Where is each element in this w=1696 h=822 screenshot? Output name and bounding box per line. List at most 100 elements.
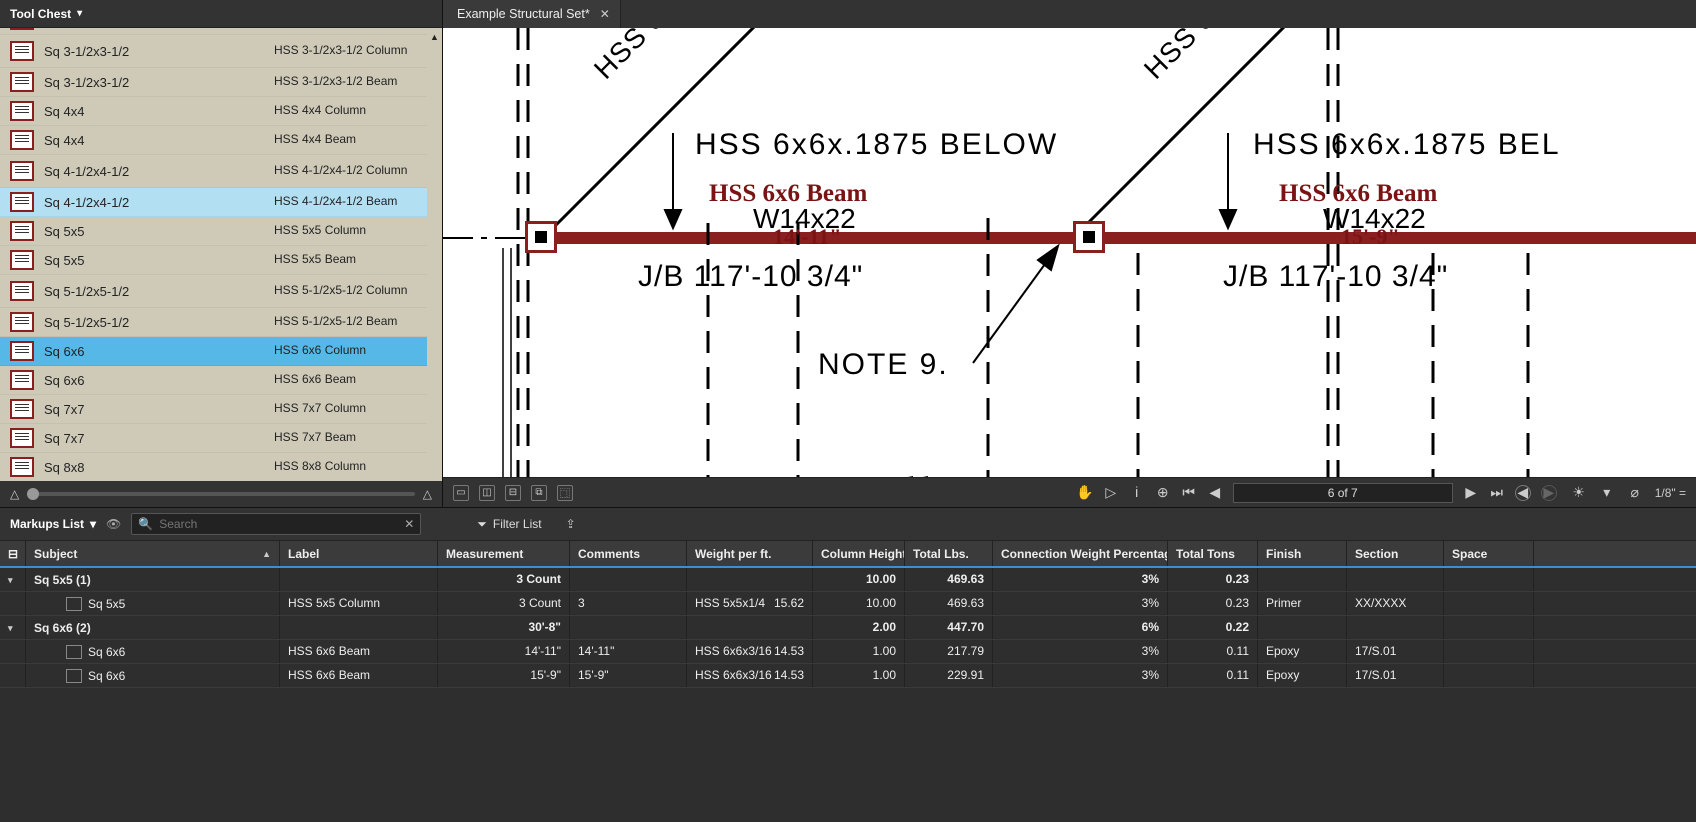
tool-chest-item[interactable]: Sq 8x8HSS 8x8 Column bbox=[0, 453, 427, 481]
layout-icon[interactable]: ⿹ bbox=[557, 485, 573, 501]
table-row[interactable]: Sq 5x5 HSS 5x5 Column 3 Count 3 HSS 5x5x… bbox=[0, 592, 1696, 616]
tool-item-icon bbox=[10, 192, 34, 212]
split-vertical-icon[interactable]: ◫ bbox=[479, 485, 495, 501]
drawing-marker-2[interactable] bbox=[1073, 221, 1105, 253]
brightness-icon[interactable]: ☀ bbox=[1571, 485, 1587, 501]
nav-back-icon[interactable]: ◀ bbox=[1515, 485, 1531, 501]
tool-item-name: Sq 6x6 bbox=[44, 344, 274, 359]
table-group-row[interactable]: ▾ Sq 6x6 (2) 30'-8" 2.00 447.70 6% 0.22 bbox=[0, 616, 1696, 640]
tool-item-icon bbox=[10, 221, 34, 241]
tool-chest-header[interactable]: Tool Chest ▾ bbox=[0, 0, 442, 28]
tool-chest-item[interactable]: Sq 6x6HSS 6x6 Column bbox=[0, 337, 427, 366]
tool-chest-title: Tool Chest bbox=[10, 7, 71, 21]
new-window-icon[interactable]: ⧉ bbox=[531, 485, 547, 501]
tool-item-desc: HSS 7x7 Beam bbox=[274, 431, 421, 444]
tool-item-icon bbox=[10, 41, 34, 61]
scroll-up-icon[interactable]: ▲ bbox=[430, 32, 439, 42]
table-group-row[interactable]: ▾ Sq 5x5 (1) 3 Count 10.00 469.63 3% 0.2… bbox=[0, 568, 1696, 592]
zoom-icon[interactable]: ⊕ bbox=[1155, 485, 1171, 501]
tool-chest-item[interactable]: Sq 4-1/2x4-1/2HSS 4-1/2x4-1/2 Column bbox=[0, 155, 427, 188]
markups-title[interactable]: Markups List ▾ bbox=[10, 517, 96, 531]
column-tons[interactable]: Total Tons bbox=[1168, 541, 1258, 566]
chevron-down-icon: ▾ bbox=[77, 8, 82, 19]
collapse-icon[interactable]: ▾ bbox=[8, 575, 13, 585]
tool-chest-item[interactable]: Sq 3-1/2x3-1/2HSS 3-1/2x3-1/2 Column bbox=[0, 35, 427, 68]
table-row[interactable]: Sq 6x6 HSS 6x6 Beam 15'-9" 15'-9" HSS 6x… bbox=[0, 664, 1696, 688]
table-row[interactable]: Sq 6x6 HSS 6x6 Beam 14'-11" 14'-11" HSS … bbox=[0, 640, 1696, 664]
document-area: Example Structural Set* ✕ bbox=[443, 0, 1696, 507]
drawing-marker-1[interactable] bbox=[525, 221, 557, 253]
visibility-icon[interactable]: 👁 bbox=[106, 517, 121, 531]
tool-chest-item[interactable]: Sq 6x6HSS 6x6 Beam bbox=[0, 366, 427, 395]
search-input[interactable] bbox=[159, 517, 398, 531]
tool-chest-item[interactable]: Sq 3x3HSS 3x3 Beam bbox=[0, 28, 427, 35]
search-icon: 🔍 bbox=[138, 517, 153, 531]
tool-item-name: Sq 4-1/2x4-1/2 bbox=[44, 195, 274, 210]
dim-icon[interactable]: ⌀ bbox=[1627, 485, 1643, 501]
tool-item-name: Sq 3-1/2x3-1/2 bbox=[44, 75, 274, 90]
tool-item-desc: HSS 5-1/2x5-1/2 Beam bbox=[274, 315, 421, 328]
tool-item-name: Sq 3-1/2x3-1/2 bbox=[44, 44, 274, 59]
tool-chest-item[interactable]: Sq 3-1/2x3-1/2HSS 3-1/2x3-1/2 Beam bbox=[0, 68, 427, 97]
column-section[interactable]: Section bbox=[1347, 541, 1444, 566]
single-page-icon[interactable]: ▭ bbox=[453, 485, 469, 501]
tool-item-name: Sq 5x5 bbox=[44, 224, 274, 239]
markups-search[interactable]: 🔍 ✕ bbox=[131, 513, 421, 535]
clear-search-icon[interactable]: ✕ bbox=[404, 517, 414, 531]
tool-chest-item[interactable]: Sq 4-1/2x4-1/2HSS 4-1/2x4-1/2 Beam bbox=[0, 188, 427, 217]
zoom-out-icon[interactable]: △ bbox=[10, 487, 19, 501]
zoom-slider[interactable] bbox=[27, 492, 415, 496]
column-weight-per-ft[interactable]: Weight per ft. bbox=[687, 541, 813, 566]
document-tab[interactable]: Example Structural Set* ✕ bbox=[443, 0, 621, 28]
document-tab-title: Example Structural Set* bbox=[457, 7, 590, 21]
tool-chest-item[interactable]: Sq 7x7HSS 7x7 Column bbox=[0, 395, 427, 424]
tool-item-name: Sq 5-1/2x5-1/2 bbox=[44, 315, 274, 330]
first-page-icon[interactable]: ⏮ bbox=[1181, 485, 1197, 501]
drawing-canvas[interactable]: HSS 5x5x.25 HSS 5x5x.25 HSS 6x6x.1875 BE… bbox=[443, 28, 1696, 477]
column-height[interactable]: Column Height bbox=[813, 541, 905, 566]
column-subject[interactable]: Subject ▲ bbox=[26, 541, 280, 566]
text-select-icon[interactable]: Ꭵ bbox=[1129, 485, 1145, 501]
column-total-lbs[interactable]: Total Lbs. bbox=[905, 541, 993, 566]
page-indicator[interactable]: 6 of 7 bbox=[1233, 483, 1453, 503]
chevron-down-icon[interactable]: ▾ bbox=[1599, 485, 1615, 501]
tool-chest-item[interactable]: Sq 5-1/2x5-1/2HSS 5-1/2x5-1/2 Column bbox=[0, 275, 427, 308]
tool-chest-item[interactable]: Sq 5-1/2x5-1/2HSS 5-1/2x5-1/2 Beam bbox=[0, 308, 427, 337]
column-comments[interactable]: Comments bbox=[570, 541, 687, 566]
column-label[interactable]: Label bbox=[280, 541, 438, 566]
zoom-label[interactable]: 1/8" = bbox=[1655, 486, 1686, 500]
tool-chest-item[interactable]: Sq 5x5HSS 5x5 Column bbox=[0, 217, 427, 246]
select-icon[interactable]: ▷ bbox=[1103, 485, 1119, 501]
tool-item-desc: HSS 6x6 Beam bbox=[274, 373, 421, 386]
tool-item-name: Sq 4x4 bbox=[44, 133, 274, 148]
column-toggle[interactable]: ⊟ bbox=[0, 541, 26, 566]
column-cwp[interactable]: Connection Weight Percentage bbox=[993, 541, 1168, 566]
nav-fwd-icon[interactable]: ▶ bbox=[1541, 485, 1557, 501]
zoom-in-icon[interactable]: △ bbox=[423, 487, 432, 501]
column-finish[interactable]: Finish bbox=[1258, 541, 1347, 566]
tool-chest-item[interactable]: Sq 4x4HSS 4x4 Column bbox=[0, 97, 427, 126]
prev-page-icon[interactable]: ◀ bbox=[1207, 485, 1223, 501]
tool-item-icon bbox=[10, 161, 34, 181]
tool-item-icon bbox=[10, 341, 34, 361]
next-page-icon[interactable]: ▶ bbox=[1463, 485, 1479, 501]
markup-icon bbox=[66, 669, 82, 683]
close-icon[interactable]: ✕ bbox=[600, 7, 610, 21]
export-icon[interactable]: ⇪ bbox=[566, 517, 576, 531]
tool-item-desc: HSS 6x6 Column bbox=[274, 344, 421, 357]
collapse-icon[interactable]: ▾ bbox=[8, 623, 13, 633]
split-horizontal-icon[interactable]: ⊟ bbox=[505, 485, 521, 501]
tool-chest-item[interactable]: Sq 7x7HSS 7x7 Beam bbox=[0, 424, 427, 453]
markups-panel: Markups List ▾ 👁 🔍 ✕ ⏷ Filter List ⇪ ⊟ S… bbox=[0, 507, 1696, 822]
pan-icon[interactable]: ✋ bbox=[1077, 485, 1093, 501]
column-measurement[interactable]: Measurement bbox=[438, 541, 570, 566]
last-page-icon[interactable]: ⏭ bbox=[1489, 485, 1505, 501]
column-space[interactable]: Space bbox=[1444, 541, 1534, 566]
tool-chest-list[interactable]: Sq 3x3HSS 3x3 BeamSq 3-1/2x3-1/2HSS 3-1/… bbox=[0, 28, 427, 481]
drawing-label-below1: HSS 6x6x.1875 BELOW bbox=[695, 128, 1058, 162]
filter-list-button[interactable]: ⏷ Filter List bbox=[477, 517, 541, 532]
tool-chest-item[interactable]: Sq 5x5HSS 5x5 Beam bbox=[0, 246, 427, 275]
tool-item-icon bbox=[10, 130, 34, 150]
tool-chest-scrollbar[interactable]: ▲ bbox=[427, 28, 442, 481]
tool-chest-item[interactable]: Sq 4x4HSS 4x4 Beam bbox=[0, 126, 427, 155]
